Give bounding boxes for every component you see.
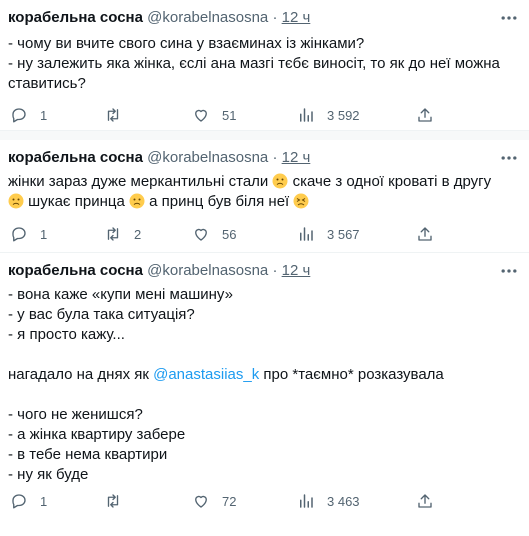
tweet-1[interactable]: корабельна сосна @korabelnasosna · 12 ч …: [0, 0, 529, 130]
share-button[interactable]: [416, 491, 434, 511]
separator-dot: ·: [272, 149, 278, 166]
tweet-2[interactable]: корабельна сосна @korabelnasosna · 12 ч …: [0, 140, 529, 252]
retweet-button[interactable]: 2: [104, 224, 141, 244]
tweet-text: жінки зараз дуже меркантильні стали скач…: [8, 172, 517, 212]
thread-gap: [0, 130, 529, 140]
reply-button[interactable]: 1: [10, 491, 47, 511]
share-button[interactable]: [416, 224, 434, 244]
tweet-text: - чому ви вчите свого сина у взаєминах і…: [8, 35, 500, 92]
retweet-button[interactable]: [104, 491, 134, 511]
reply-icon: [12, 494, 26, 509]
views-icon: [300, 108, 313, 122]
like-count: 56: [222, 226, 237, 242]
retweet-button[interactable]: [104, 105, 134, 125]
views-count: 3 567: [327, 226, 360, 242]
retweet-count: 2: [134, 226, 142, 242]
retweet-icon: [107, 227, 119, 241]
tweet-text-part: жінки зараз дуже меркантильні стали: [8, 173, 273, 190]
views-icon: [300, 494, 313, 508]
mention-link[interactable]: @anastasiias_k: [153, 366, 259, 383]
views-button[interactable]: 3 463: [297, 491, 360, 511]
share-icon: [418, 494, 432, 508]
separator-dot: ·: [272, 262, 278, 279]
like-count: 72: [222, 493, 237, 509]
tweet-actions: 1 2 56 3 567: [0, 224, 529, 244]
views-button[interactable]: 3 567: [297, 224, 360, 244]
author-name[interactable]: корабельна сосна: [8, 262, 143, 279]
slightly-frowning-face-emoji: [129, 193, 145, 209]
like-count: 51: [222, 107, 237, 123]
more-icon[interactable]: [499, 148, 519, 168]
tweet-actions: 1 72 3 463: [0, 491, 529, 511]
like-icon: [195, 495, 207, 508]
timestamp[interactable]: 12 ч: [282, 9, 311, 26]
author-name[interactable]: корабельна сосна: [8, 9, 143, 26]
tweet-text: - вона каже «купи мені машину» - у вас б…: [8, 285, 517, 485]
reply-button[interactable]: 1: [10, 224, 47, 244]
tweet-text-part: про *таємно* розказувала - чого не жениш…: [8, 366, 444, 483]
share-icon: [418, 227, 432, 241]
tweet-header: корабельна сосна @korabelnasosna · 12 ч: [8, 261, 310, 281]
share-icon: [418, 108, 432, 122]
timestamp[interactable]: 12 ч: [282, 262, 311, 279]
tweet-header: корабельна сосна @korabelnasosna · 12 ч: [8, 8, 310, 28]
views-button[interactable]: 3 592: [297, 105, 360, 125]
tweet-3[interactable]: корабельна сосна @korabelnasosna · 12 ч …: [0, 252, 529, 536]
views-count: 3 463: [327, 493, 360, 509]
views-icon: [300, 227, 313, 241]
retweet-icon: [107, 494, 119, 508]
tweet-text-part: шукає принца: [24, 193, 129, 210]
like-icon: [195, 228, 207, 241]
persevering-face-emoji: [293, 193, 309, 209]
reply-icon: [12, 108, 26, 123]
timestamp[interactable]: 12 ч: [282, 149, 311, 166]
reply-count: 1: [40, 226, 48, 242]
reply-icon: [12, 227, 26, 242]
author-name[interactable]: корабельна сосна: [8, 149, 143, 166]
reply-count: 1: [40, 493, 48, 509]
share-button[interactable]: [416, 105, 434, 125]
separator-dot: ·: [272, 9, 278, 26]
tweet-text-part: скаче з одної кроваті в другу: [288, 173, 492, 190]
author-handle[interactable]: @korabelnasosna: [147, 149, 268, 166]
author-handle[interactable]: @korabelnasosna: [147, 9, 268, 26]
tweet-text-part: а принц був біля неї: [145, 193, 294, 210]
tweet-header: корабельна сосна @korabelnasosna · 12 ч: [8, 148, 310, 168]
reply-count: 1: [40, 107, 48, 123]
like-button[interactable]: 72: [192, 491, 236, 511]
slightly-frowning-face-emoji: [272, 173, 288, 189]
more-icon[interactable]: [499, 261, 519, 281]
like-button[interactable]: 56: [192, 224, 236, 244]
slightly-frowning-face-emoji: [8, 193, 24, 209]
like-icon: [195, 109, 207, 122]
retweet-icon: [107, 108, 119, 122]
author-handle[interactable]: @korabelnasosna: [147, 262, 268, 279]
reply-button[interactable]: 1: [10, 105, 47, 125]
views-count: 3 592: [327, 107, 360, 123]
like-button[interactable]: 51: [192, 105, 236, 125]
tweet-actions: 1 51 3 592: [0, 105, 529, 125]
more-icon[interactable]: [499, 8, 519, 28]
